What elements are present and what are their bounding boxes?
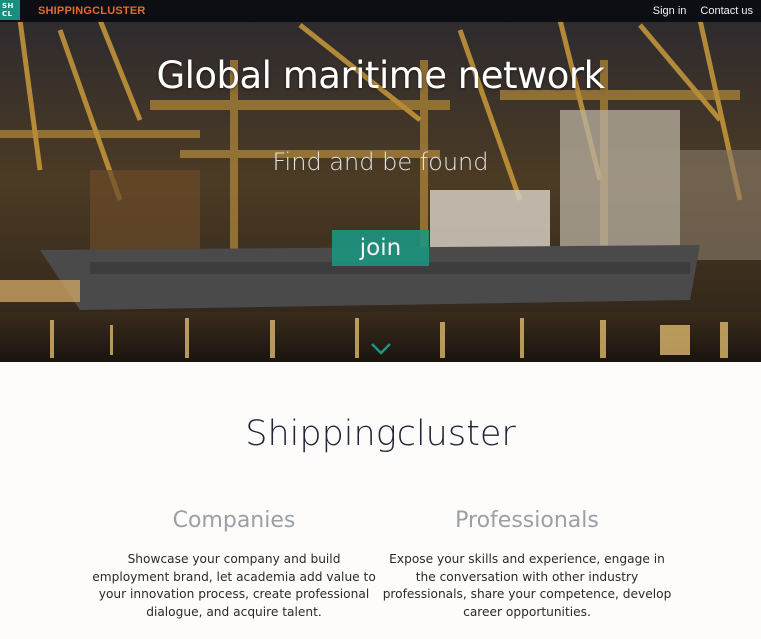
professionals-heading: Professionals: [455, 508, 599, 533]
companies-column: Companies Showcase your company and buil…: [89, 508, 379, 621]
professionals-column: Professionals Expose your skills and exp…: [382, 508, 672, 621]
contact-us-link[interactable]: Contact us: [700, 5, 753, 17]
logo-line-2: CL: [2, 10, 13, 18]
hero-title: Global maritime network: [156, 54, 605, 97]
join-button[interactable]: join: [332, 230, 429, 266]
logo[interactable]: SH CL: [0, 0, 20, 20]
logo-line-1: SH: [2, 2, 14, 10]
chevron-down-icon[interactable]: [369, 340, 393, 356]
brand-name[interactable]: SHIPPINGCLUSTER: [38, 5, 146, 17]
companies-description: Showcase your company and build employme…: [92, 552, 376, 619]
sign-in-link[interactable]: Sign in: [653, 5, 687, 17]
section-title: Shippingcluster: [245, 414, 516, 454]
companies-heading: Companies: [172, 508, 296, 533]
hero-section: Global maritime network Find and be foun…: [0, 0, 761, 362]
professionals-description: Expose your skills and experience, engag…: [382, 552, 672, 619]
hero-subtitle: Find and be found: [272, 148, 489, 176]
main-content: Shippingcluster Companies Showcase your …: [0, 362, 761, 639]
top-navigation-bar: SH CL SHIPPINGCLUSTER Sign in Contact us: [0, 0, 761, 22]
nav-links: Sign in Contact us: [653, 5, 753, 17]
